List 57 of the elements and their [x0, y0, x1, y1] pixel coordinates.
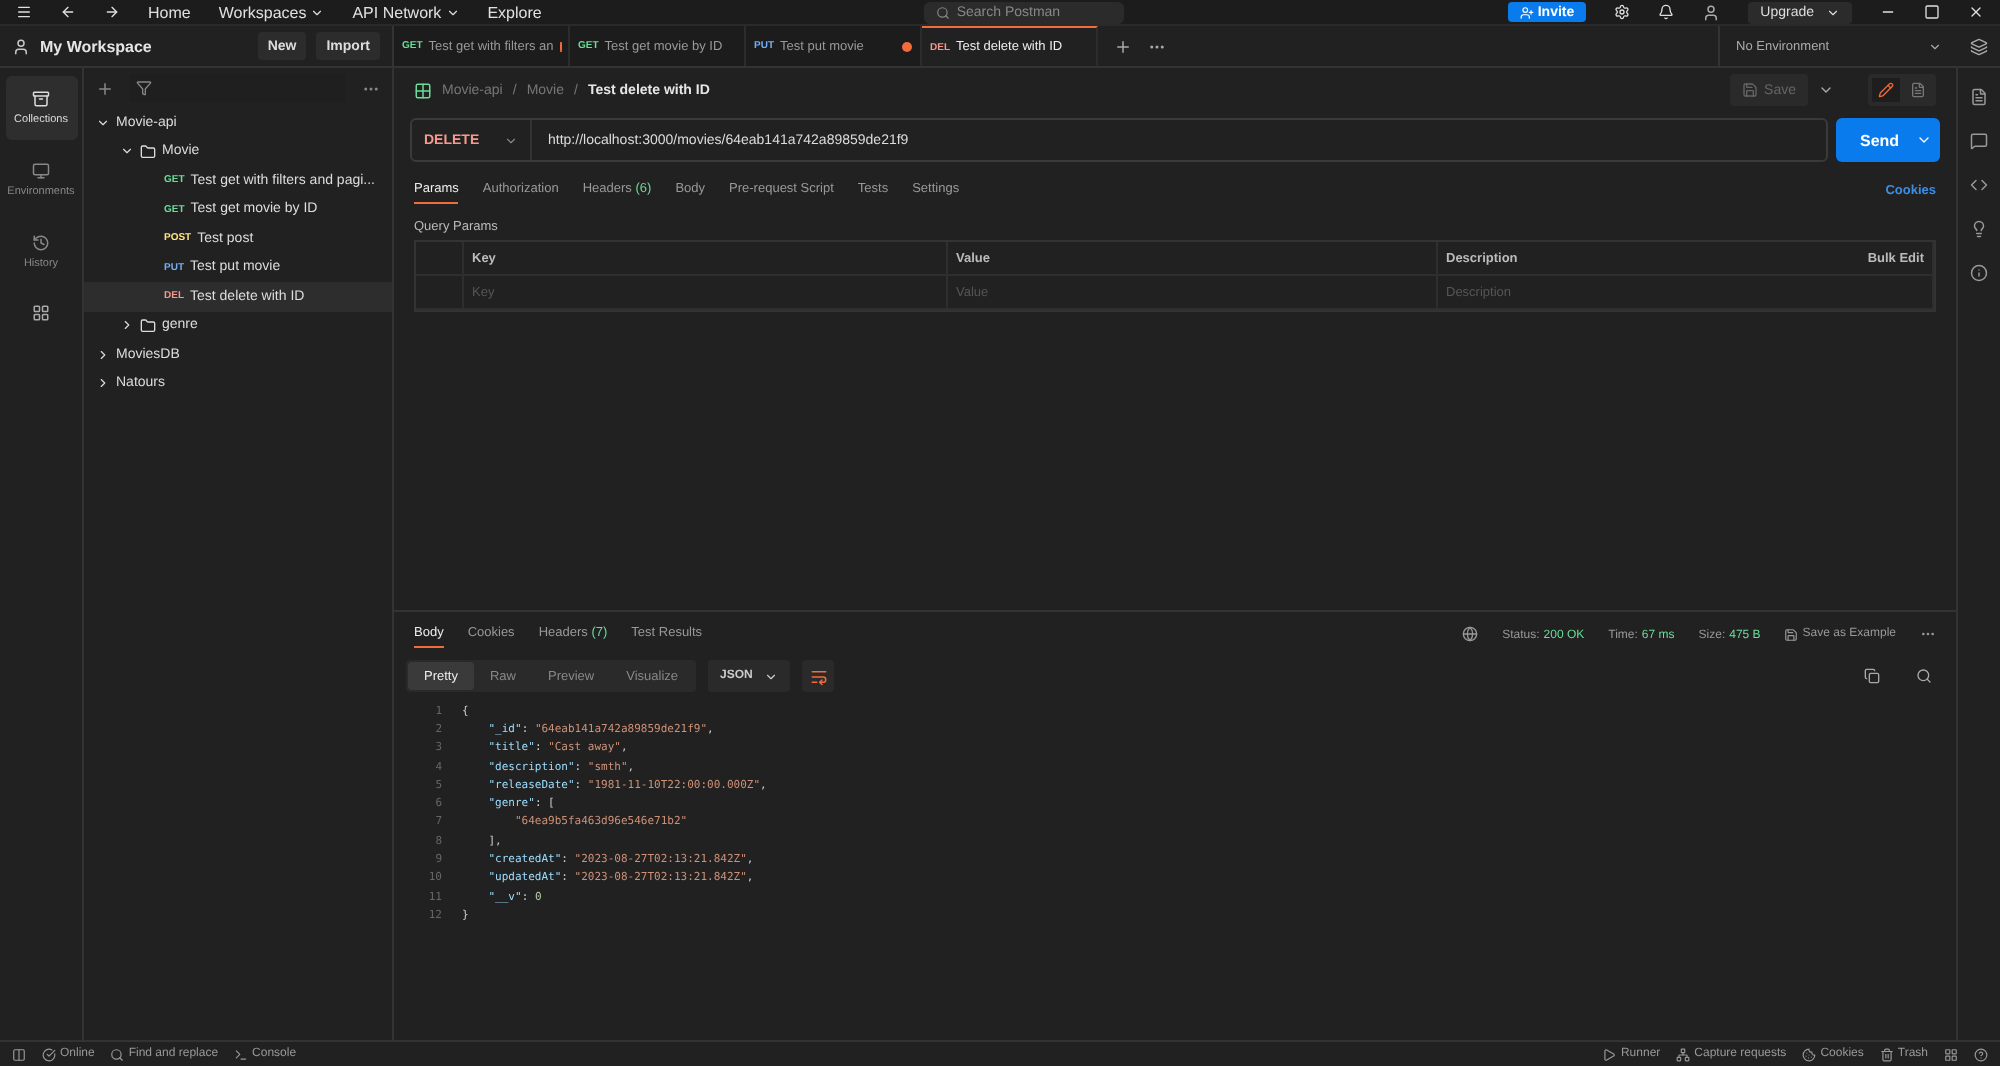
back-arrow-icon[interactable]	[60, 4, 76, 20]
grid-icon[interactable]	[32, 304, 50, 322]
search-icon	[936, 5, 951, 19]
workspace-title: My Workspace	[40, 37, 154, 55]
save-icon	[1742, 82, 1759, 98]
comment-icon[interactable]	[1970, 132, 1988, 150]
wrap-icon[interactable]	[802, 660, 835, 692]
forward-arrow-icon[interactable]	[104, 4, 120, 20]
search-icon[interactable]	[1916, 668, 1932, 684]
copy-icon[interactable]	[1864, 668, 1880, 684]
nav-link[interactable]: Workspaces	[218, 3, 325, 21]
check-circle-icon	[42, 1047, 56, 1061]
chevron-down-icon	[310, 5, 325, 19]
chevron-down-icon	[1826, 5, 1840, 19]
chevron-down-icon	[445, 5, 460, 19]
bell-icon[interactable]	[1658, 4, 1675, 20]
pencil-icon[interactable]	[1872, 78, 1900, 102]
history-icon	[32, 234, 50, 252]
folder-icon	[140, 317, 156, 334]
play-icon	[1602, 1047, 1617, 1061]
folder-icon	[140, 143, 156, 160]
nav-link[interactable]: Explore	[487, 3, 542, 21]
plus-icon[interactable]	[1114, 37, 1132, 55]
filter-icon	[136, 80, 152, 96]
document-icon[interactable]	[1970, 88, 1988, 106]
chevron-down-icon	[1928, 39, 1942, 53]
avatar-icon[interactable]	[1702, 3, 1721, 21]
globe-icon[interactable]	[1462, 626, 1479, 642]
maximize-icon[interactable]	[1924, 4, 1940, 20]
search-icon	[110, 1047, 125, 1061]
chevron-down-icon	[764, 669, 779, 683]
network-icon	[1676, 1047, 1691, 1061]
environment-icon[interactable]	[1970, 37, 1988, 55]
monitor-icon	[32, 162, 50, 180]
archive-icon	[32, 90, 50, 108]
lightbulb-icon[interactable]	[1970, 220, 1988, 238]
send-button[interactable]: Send	[1836, 118, 1940, 162]
help-icon[interactable]	[1974, 1047, 1988, 1061]
grid-icon[interactable]	[1944, 1047, 1958, 1061]
nav-link[interactable]: API Network	[352, 3, 460, 21]
chevron-down-icon[interactable]	[1818, 82, 1834, 98]
nav-link[interactable]: Home	[148, 3, 191, 21]
terminal-icon	[234, 1047, 249, 1061]
cookie-icon	[1802, 1047, 1817, 1061]
settings-icon[interactable]	[1614, 4, 1631, 20]
chevron-down-icon	[504, 133, 518, 147]
info-icon[interactable]	[1970, 264, 1988, 282]
menu-icon[interactable]	[16, 4, 32, 20]
trash-icon	[1879, 1047, 1894, 1061]
save-icon	[1784, 628, 1799, 642]
sidebar-toggle-icon[interactable]	[12, 1047, 26, 1061]
plus-icon[interactable]	[96, 79, 114, 97]
code-icon[interactable]	[1970, 176, 1988, 194]
user-plus-icon	[1519, 5, 1534, 19]
chevron-down-icon	[1916, 132, 1932, 148]
close-icon[interactable]	[1968, 4, 1984, 20]
user-icon	[12, 37, 30, 55]
